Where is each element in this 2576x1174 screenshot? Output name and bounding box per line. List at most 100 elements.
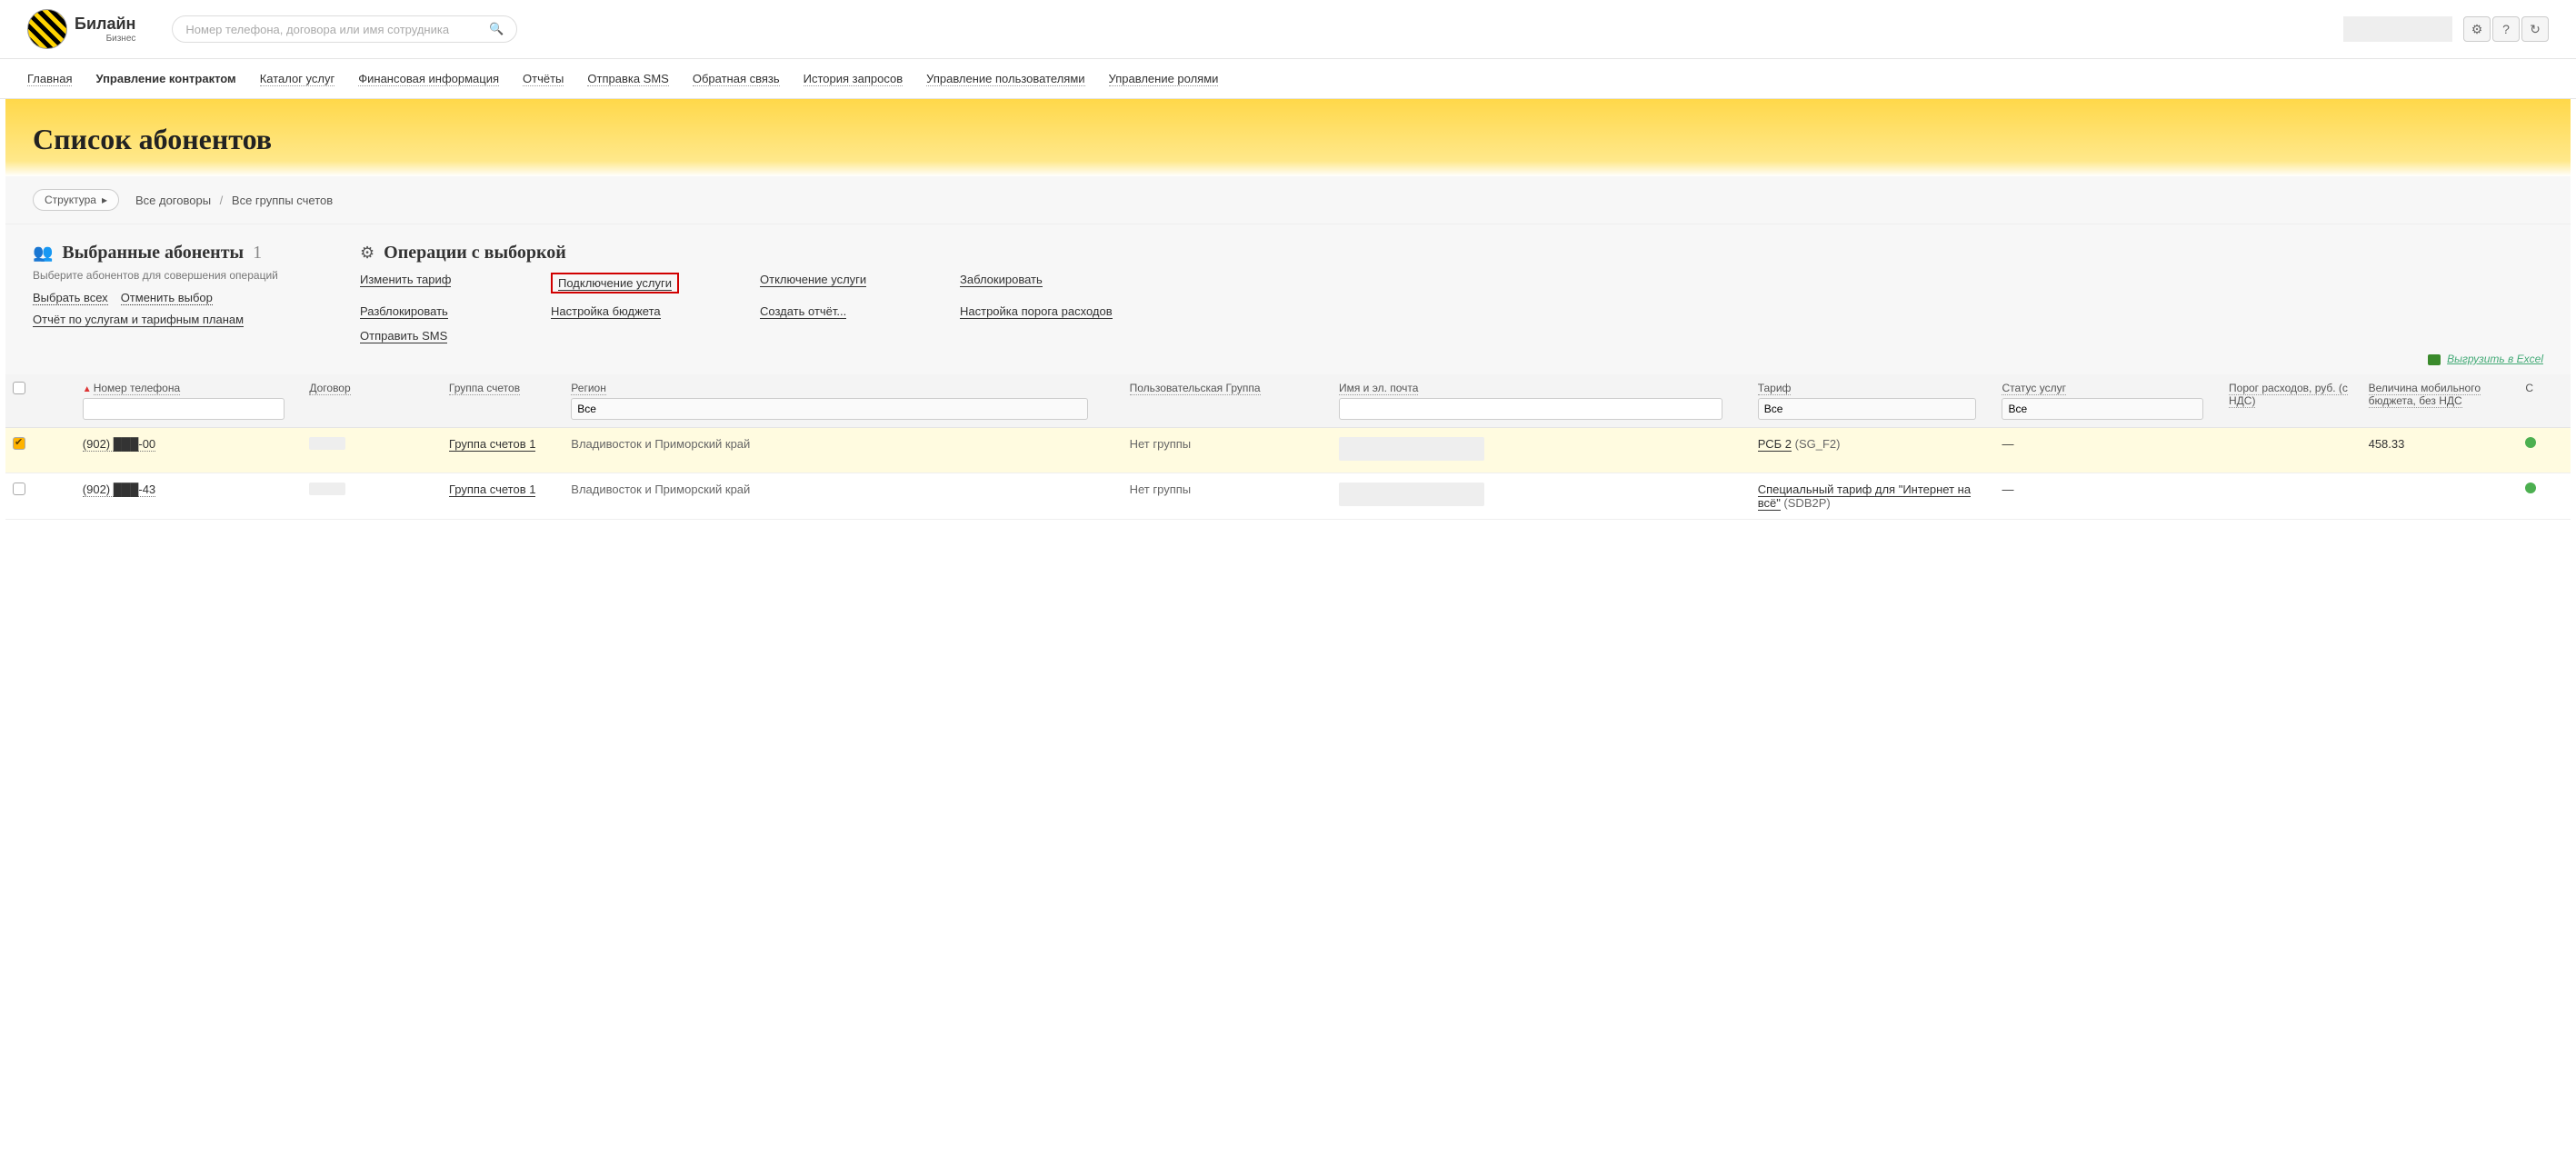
phone-link[interactable]: (902) ███-00: [83, 437, 155, 452]
structure-button[interactable]: Структура ▸: [33, 189, 119, 211]
breadcrumb-item[interactable]: Все группы счетов: [232, 194, 333, 207]
nav-link[interactable]: Управление ролями: [1109, 72, 1219, 86]
filter-name-input[interactable]: [1339, 398, 1722, 420]
budget-value: [2361, 473, 2519, 520]
col-phone[interactable]: Номер телефона: [94, 382, 180, 395]
status-ok-icon: [2525, 437, 2536, 448]
op-unblock[interactable]: Разблокировать: [360, 304, 448, 319]
tariff-code: (SDB2P): [1781, 496, 1831, 510]
col-tariff[interactable]: Тариф: [1758, 382, 1792, 395]
nav-item[interactable]: Главная: [27, 59, 72, 98]
services-report-link[interactable]: Отчёт по услугам и тарифным планам: [33, 313, 244, 327]
logout-button[interactable]: ↻: [2521, 16, 2549, 42]
account-group-link[interactable]: Группа счетов 1: [449, 483, 536, 497]
nav-link[interactable]: Управление контрактом: [95, 72, 235, 85]
region-value: Владивосток и Приморский край: [564, 428, 1122, 473]
row-checkbox[interactable]: [13, 437, 25, 450]
op-threshold-setup[interactable]: Настройка порога расходов: [960, 304, 1113, 319]
brand-sub: Бизнес: [75, 34, 135, 44]
search-input[interactable]: [185, 23, 489, 36]
search-icon: 🔍: [489, 22, 504, 36]
row-checkbox[interactable]: [13, 483, 25, 495]
col-service-status[interactable]: Статус услуг: [2002, 382, 2066, 395]
status-ok-icon: [2525, 483, 2536, 493]
op-block[interactable]: Заблокировать: [960, 273, 1043, 287]
nav-link[interactable]: Главная: [27, 72, 72, 86]
col-user-group[interactable]: Пользовательская Группа: [1130, 382, 1261, 395]
filter-phone-input[interactable]: [83, 398, 285, 420]
chevron-right-icon: ▸: [102, 194, 107, 206]
tariff-link[interactable]: РСБ 2: [1758, 437, 1792, 452]
col-region[interactable]: Регион: [571, 382, 606, 395]
nav-item[interactable]: Отправка SMS: [587, 59, 668, 98]
filter-region-select[interactable]: Все: [571, 398, 1087, 420]
filter-tariff-select[interactable]: Все: [1758, 398, 1976, 420]
nav-item[interactable]: Обратная связь: [693, 59, 780, 98]
col-account-group[interactable]: Группа счетов: [449, 382, 520, 395]
service-status-value: —: [1994, 473, 2222, 520]
selected-desc: Выберите абонентов для совершения операц…: [33, 269, 324, 282]
nav-link[interactable]: Финансовая информация: [358, 72, 499, 86]
threshold-value: [2222, 473, 2361, 520]
col-name-email[interactable]: Имя и эл. почта: [1339, 382, 1418, 395]
deselect-link[interactable]: Отменить выбор: [121, 291, 213, 305]
page-title: Список абонентов: [33, 123, 2543, 156]
select-all-checkbox[interactable]: [13, 382, 25, 394]
budget-value: 458.33: [2361, 428, 2519, 473]
select-all-link[interactable]: Выбрать всех: [33, 291, 108, 305]
nav-item[interactable]: Финансовая информация: [358, 59, 499, 98]
nav-link[interactable]: Отчёты: [523, 72, 564, 86]
export-excel-link[interactable]: Выгрузить в Excel: [2447, 353, 2543, 365]
filter-status-select[interactable]: Все: [2002, 398, 2203, 420]
nav-item[interactable]: История запросов: [804, 59, 904, 98]
ops-title: Операции с выборкой: [384, 243, 566, 264]
users-icon: 👥: [33, 244, 53, 263]
breadcrumb: Все договоры / Все группы счетов: [135, 194, 333, 207]
nav-item[interactable]: Каталог услуг: [260, 59, 335, 98]
nav-item[interactable]: Отчёты: [523, 59, 564, 98]
settings-button[interactable]: ⚙: [2463, 16, 2491, 42]
contract-value: [309, 437, 345, 450]
nav-item[interactable]: Управление контрактом: [95, 59, 235, 98]
op-connect-service[interactable]: Подключение услуги: [558, 276, 672, 291]
name-email-value: [1339, 437, 1484, 461]
brand-name: Билайн: [75, 15, 135, 34]
nav-link[interactable]: Каталог услуг: [260, 72, 335, 86]
brand-logo-icon: [27, 9, 67, 49]
col-budget[interactable]: Величина мобильного бюджета, без НДС: [2369, 382, 2481, 408]
nav-link[interactable]: Управление пользователями: [926, 72, 1084, 86]
user-group-value: Нет группы: [1123, 428, 1332, 473]
threshold-value: [2222, 428, 2361, 473]
nav-link[interactable]: История запросов: [804, 72, 904, 86]
brand-logo[interactable]: Билайн Бизнес: [27, 9, 135, 49]
phone-link[interactable]: (902) ███-43: [83, 483, 155, 497]
breadcrumb-item[interactable]: Все договоры: [135, 194, 211, 207]
help-button[interactable]: ?: [2492, 16, 2520, 42]
logout-icon: ↻: [2530, 22, 2541, 37]
nav-item[interactable]: Управление пользователями: [926, 59, 1084, 98]
global-search[interactable]: 🔍: [172, 15, 517, 43]
service-status-value: —: [1994, 428, 2222, 473]
user-info[interactable]: [2343, 16, 2452, 42]
op-create-report[interactable]: Создать отчёт...: [760, 304, 846, 319]
name-email-value: [1339, 483, 1484, 506]
main-navigation: Главная Управление контрактом Каталог услу…: [0, 59, 2576, 99]
op-connect-service-highlight: Подключение услуги: [551, 273, 679, 294]
xls-icon: [2428, 354, 2441, 365]
user-group-value: Нет группы: [1123, 473, 1332, 520]
subscribers-table: ▲Номер телефона Договор Группа счетов Ре…: [5, 374, 2571, 520]
op-budget-setup[interactable]: Настройка бюджета: [551, 304, 661, 319]
table-row: (902) ███-43Группа счетов 1Владивосток и…: [5, 473, 2571, 520]
gear-icon: ⚙: [360, 244, 374, 263]
col-contract[interactable]: Договор: [309, 382, 350, 395]
op-send-sms[interactable]: Отправить SMS: [360, 329, 447, 343]
op-disconnect-service[interactable]: Отключение услуги: [760, 273, 866, 287]
tariff-code: (SG_F2): [1792, 437, 1840, 451]
sort-asc-icon: ▲: [83, 384, 92, 394]
nav-link[interactable]: Обратная связь: [693, 72, 780, 86]
op-change-tariff[interactable]: Изменить тариф: [360, 273, 451, 287]
nav-item[interactable]: Управление ролями: [1109, 59, 1219, 98]
col-threshold[interactable]: Порог расходов, руб. (с НДС): [2229, 382, 2348, 408]
nav-link[interactable]: Отправка SMS: [587, 72, 668, 86]
account-group-link[interactable]: Группа счетов 1: [449, 437, 536, 452]
